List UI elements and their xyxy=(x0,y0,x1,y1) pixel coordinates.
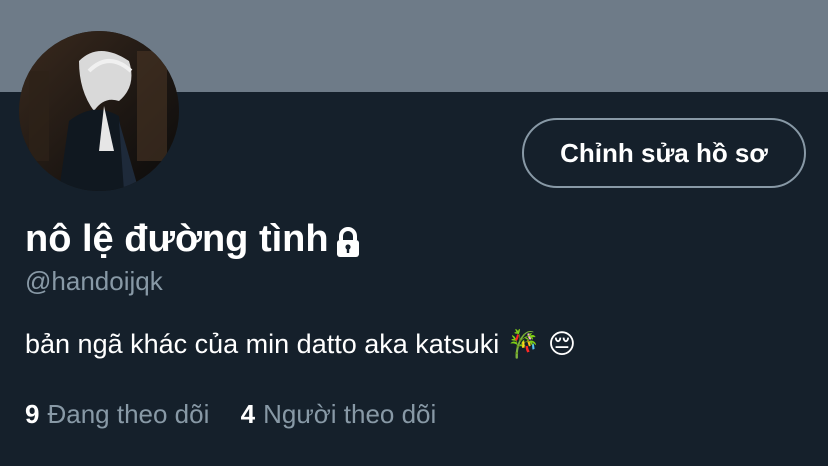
avatar-image xyxy=(19,31,179,191)
following-label: Đang theo dõi xyxy=(47,399,210,429)
lock-icon xyxy=(331,224,365,258)
followers-stat[interactable]: 4 Người theo dõi xyxy=(241,398,437,430)
following-stat[interactable]: 9 Đang theo dõi xyxy=(25,398,209,430)
avatar[interactable] xyxy=(19,31,179,191)
following-count: 9 xyxy=(25,399,40,429)
edit-profile-button[interactable]: Chỉnh sửa hồ sơ xyxy=(522,118,806,188)
follow-stats: 9 Đang theo dõi 4 Người theo dõi xyxy=(25,398,460,430)
display-name: nô lệ đường tình xyxy=(25,216,365,262)
display-name-text: nô lệ đường tình xyxy=(25,218,329,260)
followers-label: Người theo dõi xyxy=(263,399,437,429)
username-handle: @handoijqk xyxy=(25,266,163,296)
followers-count: 4 xyxy=(240,399,256,429)
profile-bio: bản ngã khác của min datto aka katsuki 🎋… xyxy=(25,329,577,359)
